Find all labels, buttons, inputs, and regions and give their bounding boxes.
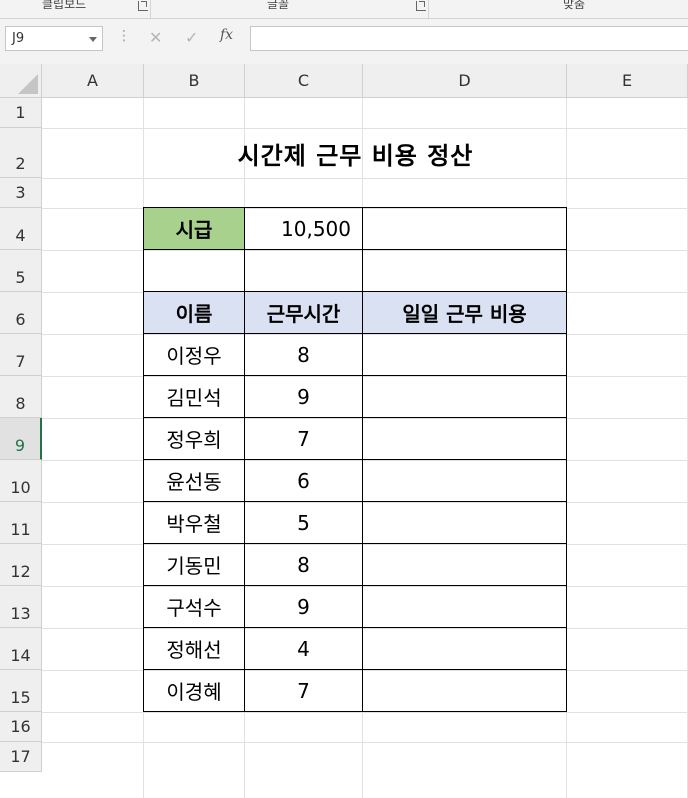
row-header-2[interactable]: 2 bbox=[0, 128, 42, 178]
group-divider bbox=[150, 0, 151, 18]
row-header-11[interactable]: 11 bbox=[0, 502, 42, 544]
ribbon-group-clipboard: 클립보드 bbox=[42, 0, 87, 11]
header-cost-cell[interactable]: 일일 근무 비용 bbox=[362, 291, 567, 334]
row-header-8[interactable]: 8 bbox=[0, 376, 42, 418]
employee-name-cell[interactable]: 정해선 bbox=[143, 627, 245, 670]
employee-name-cell[interactable]: 기동민 bbox=[143, 543, 245, 586]
row-header-7[interactable]: 7 bbox=[0, 334, 42, 376]
row-header-3[interactable]: 3 bbox=[0, 178, 42, 208]
enter-icon[interactable]: ✓ bbox=[185, 28, 198, 47]
empty-cell[interactable] bbox=[143, 249, 245, 292]
empty-cell[interactable] bbox=[362, 207, 567, 250]
group-divider bbox=[428, 0, 429, 18]
gridline bbox=[42, 178, 688, 179]
ribbon-group-alignment: 맞춤 bbox=[563, 0, 586, 11]
employee-cost-cell[interactable] bbox=[362, 543, 567, 586]
column-header-b[interactable]: B bbox=[144, 64, 245, 98]
select-all-button[interactable] bbox=[0, 64, 42, 98]
more-options-icon[interactable]: ⋮ bbox=[117, 28, 131, 44]
employee-cost-cell[interactable] bbox=[362, 501, 567, 544]
employee-name-cell[interactable]: 박우철 bbox=[143, 501, 245, 544]
employee-hours-cell[interactable]: 9 bbox=[244, 375, 363, 418]
row-header-10[interactable]: 10 bbox=[0, 460, 42, 502]
employee-cost-cell[interactable] bbox=[362, 459, 567, 502]
gridline bbox=[42, 742, 688, 743]
insert-function-icon[interactable]: fx bbox=[220, 27, 233, 43]
gridline bbox=[42, 712, 688, 713]
column-header-c[interactable]: C bbox=[245, 64, 363, 98]
employee-hours-cell[interactable]: 4 bbox=[244, 627, 363, 670]
ribbon-group-font: 글꼴 bbox=[267, 0, 290, 11]
row-header-4[interactable]: 4 bbox=[0, 208, 42, 250]
employee-hours-cell[interactable]: 5 bbox=[244, 501, 363, 544]
employee-cost-cell[interactable] bbox=[362, 417, 567, 460]
employee-cost-cell[interactable] bbox=[362, 669, 567, 712]
employee-hours-cell[interactable]: 8 bbox=[244, 543, 363, 586]
row-header-9-selected[interactable]: 9 bbox=[0, 418, 42, 460]
column-header-a[interactable]: A bbox=[42, 64, 144, 98]
row-header-12[interactable]: 12 bbox=[0, 544, 42, 586]
employee-cost-cell[interactable] bbox=[362, 627, 567, 670]
employee-hours-cell[interactable]: 6 bbox=[244, 459, 363, 502]
name-box[interactable]: J9 bbox=[5, 26, 103, 51]
spreadsheet-grid[interactable]: A B C D E 1 2 3 4 5 6 7 8 9 10 11 12 13 … bbox=[0, 64, 688, 798]
employee-cost-cell[interactable] bbox=[362, 333, 567, 376]
formula-input[interactable] bbox=[250, 26, 688, 51]
ribbon-group-labels: 클립보드 글꼴 맞춤 bbox=[0, 0, 688, 19]
empty-cell[interactable] bbox=[244, 249, 363, 292]
row-header-1[interactable]: 1 bbox=[0, 98, 42, 128]
row-header-15[interactable]: 15 bbox=[0, 670, 42, 712]
row-header-14[interactable]: 14 bbox=[0, 628, 42, 670]
employee-name-cell[interactable]: 이경혜 bbox=[143, 669, 245, 712]
wage-value-cell[interactable]: 10,500 bbox=[244, 207, 363, 250]
header-name-cell[interactable]: 이름 bbox=[143, 291, 245, 334]
wage-label-cell[interactable]: 시급 bbox=[143, 207, 245, 250]
employee-hours-cell[interactable]: 7 bbox=[244, 669, 363, 712]
chevron-down-icon[interactable] bbox=[89, 37, 97, 42]
employee-name-cell[interactable]: 이정우 bbox=[143, 333, 245, 376]
row-header-13[interactable]: 13 bbox=[0, 586, 42, 628]
employee-name-cell[interactable]: 구석수 bbox=[143, 585, 245, 628]
font-launcher-icon[interactable] bbox=[416, 1, 426, 11]
employee-hours-cell[interactable]: 9 bbox=[244, 585, 363, 628]
clipboard-launcher-icon[interactable] bbox=[138, 1, 148, 11]
sheet-title[interactable]: 시간제 근무 비용 정산 bbox=[144, 128, 567, 178]
employee-hours-cell[interactable]: 7 bbox=[244, 417, 363, 460]
empty-cell[interactable] bbox=[362, 249, 567, 292]
employee-name-cell[interactable]: 김민석 bbox=[143, 375, 245, 418]
formula-bar: J9 ⋮ ✕ ✓ fx bbox=[0, 19, 688, 64]
column-header-e[interactable]: E bbox=[567, 64, 688, 98]
name-box-value: J9 bbox=[12, 31, 25, 46]
employee-name-cell[interactable]: 정우희 bbox=[143, 417, 245, 460]
row-header-6[interactable]: 6 bbox=[0, 292, 42, 334]
column-header-d[interactable]: D bbox=[363, 64, 567, 98]
employee-name-cell[interactable]: 윤선동 bbox=[143, 459, 245, 502]
cancel-icon[interactable]: ✕ bbox=[149, 28, 162, 47]
employee-hours-cell[interactable]: 8 bbox=[244, 333, 363, 376]
employee-cost-cell[interactable] bbox=[362, 375, 567, 418]
row-header-5[interactable]: 5 bbox=[0, 250, 42, 292]
row-header-16[interactable]: 16 bbox=[0, 712, 42, 742]
row-header-17[interactable]: 17 bbox=[0, 742, 42, 772]
header-hours-cell[interactable]: 근무시간 bbox=[244, 291, 363, 334]
employee-cost-cell[interactable] bbox=[362, 585, 567, 628]
